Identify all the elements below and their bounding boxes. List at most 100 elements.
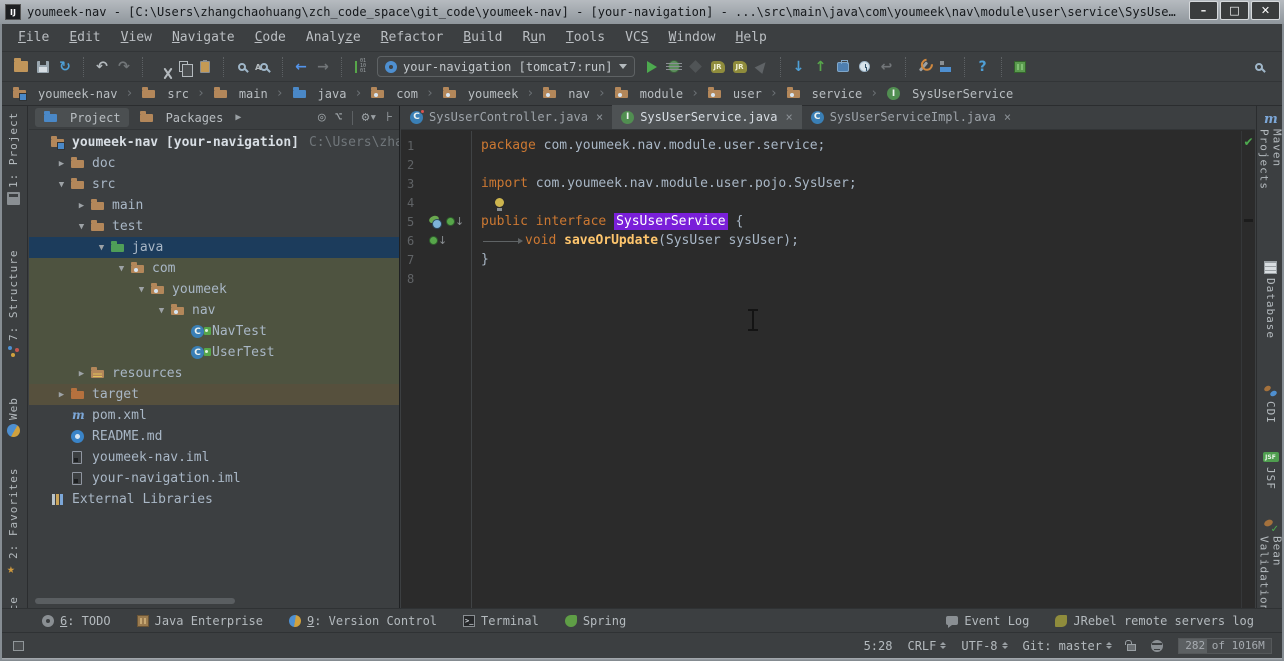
toolwindow-button-2-favorites[interactable]: 2: Favorites ★ <box>7 467 20 576</box>
run-configuration-select[interactable]: your-navigation [tomcat7:run] <box>377 56 635 77</box>
paste-icon[interactable] <box>194 56 216 78</box>
tree-row[interactable]: ▼ com <box>29 258 399 279</box>
run-with-coverage-icon[interactable] <box>685 56 707 78</box>
spring-bean-icon[interactable] <box>429 215 445 229</box>
tree-row[interactable]: ▼ src <box>29 174 399 195</box>
jrebel-run-icon[interactable]: JR <box>707 56 729 78</box>
breadcrumb-service[interactable]: service <box>784 86 865 101</box>
breadcrumb-src[interactable]: src <box>139 86 191 101</box>
menu-code[interactable]: Code <box>245 27 296 48</box>
synchronize-icon[interactable]: ↻ <box>54 56 76 78</box>
menu-navigate[interactable]: Navigate <box>162 27 245 48</box>
breadcrumb-user[interactable]: user <box>705 86 764 101</box>
toolwindow-button-event-log[interactable]: Event Log <box>946 614 1029 628</box>
expanded-arrow-icon[interactable]: ▼ <box>133 285 150 295</box>
minimize-button[interactable]: – <box>1189 0 1218 20</box>
unlock-icon[interactable] <box>1125 639 1136 651</box>
menu-vcs[interactable]: VCS <box>615 27 658 48</box>
menu-tools[interactable]: Tools <box>556 27 615 48</box>
cut-icon[interactable] <box>150 56 172 78</box>
close-tab-icon[interactable]: × <box>596 110 603 124</box>
code-line[interactable]: import com.youmeek.nav.module.user.pojo.… <box>481 174 1241 193</box>
code-line[interactable]: public interface SysUserService { <box>481 212 1241 231</box>
locate-icon[interactable]: ◎ <box>318 110 326 125</box>
line-number[interactable]: 4 <box>401 196 421 210</box>
toolwindow-button-1-project[interactable]: 1: Project <box>7 110 20 205</box>
maximize-button[interactable]: □ <box>1220 0 1249 20</box>
menu-build[interactable]: Build <box>453 27 512 48</box>
editor-tab-SysUserServiceImpl.java[interactable]: C SysUserServiceImpl.java × <box>802 105 1020 129</box>
vcs-commit-icon[interactable]: ↑ <box>810 56 832 78</box>
forward-icon[interactable]: → <box>312 56 334 78</box>
toolwindow-button-maven-projects[interactable]: m Maven Projects <box>1258 112 1284 233</box>
memory-indicator[interactable]: 282 of 1016M <box>1178 637 1272 654</box>
shelve-icon[interactable] <box>854 56 876 78</box>
panel-tab-project[interactable]: Project <box>35 108 129 127</box>
code-line[interactable]: } <box>481 250 1241 269</box>
toolwindow-button-jsf[interactable]: JSF JSF <box>1262 451 1279 507</box>
status-5-28[interactable]: 5:28 <box>864 639 893 653</box>
jrebel-config-icon[interactable] <box>1009 56 1031 78</box>
toggle-toolwindows-icon[interactable] <box>13 640 24 651</box>
redo-icon[interactable]: ↷ <box>113 56 135 78</box>
code-line[interactable]: void saveOrUpdate(SysUser sysUser); <box>481 231 1241 250</box>
replace-icon[interactable] <box>253 56 275 78</box>
expanded-arrow-icon[interactable]: ▼ <box>73 222 90 232</box>
intention-bulb-icon[interactable] <box>495 198 504 211</box>
close-tab-icon[interactable]: × <box>1004 110 1011 124</box>
reformat-code-icon[interactable] <box>349 56 371 78</box>
search-everywhere-icon[interactable] <box>1248 56 1270 78</box>
toolwindow-button-6-todo[interactable]: 6: TODO <box>42 614 111 628</box>
breadcrumb-module[interactable]: module <box>612 86 685 101</box>
code-line[interactable] <box>481 193 1241 212</box>
tree-row[interactable]: External Libraries <box>29 489 399 510</box>
toolwindow-button-cdi[interactable]: CDI <box>1264 384 1277 439</box>
implemented-marker-icon[interactable]: ↓ <box>429 234 447 247</box>
code-editor[interactable]: 1 2 3 4 5 ↓ 6 ↓ 7 8 package com.youmeek.nav.modul… <box>401 131 1255 608</box>
vcs-update-icon[interactable]: ↓ <box>788 56 810 78</box>
close-button[interactable]: ✕ <box>1251 0 1280 20</box>
menu-view[interactable]: View <box>111 27 162 48</box>
tree-row[interactable]: youmeek-nav.iml <box>29 447 399 468</box>
save-all-icon[interactable] <box>32 56 54 78</box>
jrebel-debug-icon[interactable]: JR <box>729 56 751 78</box>
code-lines[interactable]: package com.youmeek.nav.module.user.serv… <box>473 131 1241 608</box>
collapsed-arrow-icon[interactable]: ▶ <box>53 159 70 169</box>
code-line[interactable]: package com.youmeek.nav.module.user.serv… <box>481 136 1241 155</box>
tree-row[interactable]: ▼ java <box>29 237 399 258</box>
menu-file[interactable]: File <box>8 27 59 48</box>
collapsed-arrow-icon[interactable]: ▶ <box>73 369 90 379</box>
status-crlf[interactable]: CRLF <box>907 639 947 653</box>
help-contents-icon[interactable]: ? <box>972 56 994 78</box>
line-number[interactable]: 3 <box>401 177 421 191</box>
breadcrumb-nav[interactable]: nav <box>540 86 592 101</box>
collapse-all-icon[interactable]: ⌥ <box>335 110 343 125</box>
toolwindow-button-jrebel-remote-servers-log[interactable]: JRebel remote servers log <box>1055 614 1254 628</box>
collapsed-arrow-icon[interactable]: ▶ <box>73 201 90 211</box>
menu-analyze[interactable]: Analyze <box>296 27 371 48</box>
menu-run[interactable]: Run <box>512 27 555 48</box>
breadcrumb-java[interactable]: java <box>290 86 349 101</box>
tree-row[interactable]: ▼ youmeek <box>29 279 399 300</box>
status-git-master[interactable]: Git: master <box>1023 639 1112 653</box>
more-tabs-icon[interactable]: ▶ <box>235 112 241 123</box>
inspections-profile-icon[interactable] <box>1151 639 1163 652</box>
find-icon[interactable] <box>231 56 253 78</box>
settings-icon[interactable] <box>913 56 935 78</box>
status-utf-8[interactable]: UTF-8 <box>961 639 1008 653</box>
menu-window[interactable]: Window <box>659 27 726 48</box>
tree-row[interactable]: your-navigation.iml <box>29 468 399 489</box>
rollback-icon[interactable]: ↩ <box>876 56 898 78</box>
tree-row[interactable]: ▼ nav <box>29 300 399 321</box>
toolwindow-button-web[interactable]: Web <box>7 376 20 437</box>
editor-tab-SysUserService.java[interactable]: I SysUserService.java × <box>612 105 802 129</box>
tree-row[interactable]: ▶ main <box>29 195 399 216</box>
copy-icon[interactable] <box>172 56 194 78</box>
tree-row[interactable]: C NavTest <box>29 321 399 342</box>
project-structure-icon[interactable] <box>935 56 957 78</box>
toolwindow-button-terminal[interactable]: >_ Terminal <box>463 614 539 628</box>
tree-row[interactable]: ▶ doc <box>29 153 399 174</box>
toolwindow-button-7-structure[interactable]: 7: Structure <box>7 249 20 358</box>
breadcrumb-main[interactable]: main <box>211 86 270 101</box>
horizontal-scrollbar[interactable] <box>35 598 235 604</box>
